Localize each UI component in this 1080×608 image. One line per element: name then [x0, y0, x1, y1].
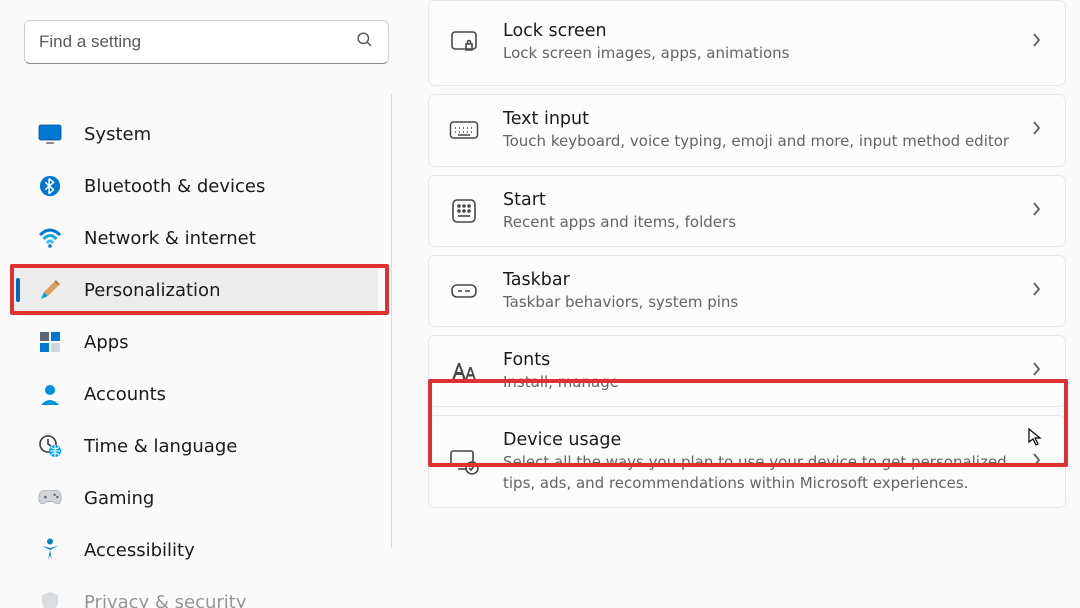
card-title: Text input: [503, 109, 1025, 129]
accessibility-icon: [38, 538, 62, 562]
card-title: Taskbar: [503, 270, 1025, 290]
card-text: Start Recent apps and items, folders: [503, 190, 1025, 232]
card-sub: Touch keyboard, voice typing, emoji and …: [503, 131, 1025, 151]
chevron-right-icon: [1025, 32, 1047, 52]
sidebar-item-gaming[interactable]: Gaming: [14, 472, 378, 524]
sidebar-item-system[interactable]: System: [14, 108, 378, 160]
search-input[interactable]: [39, 32, 355, 52]
shield-icon: [38, 590, 62, 608]
chevron-right-icon: [1025, 120, 1047, 140]
apps-icon: [38, 330, 62, 354]
card-fonts[interactable]: Fonts Install, manage: [428, 335, 1066, 407]
taskbar-icon: [449, 276, 479, 306]
card-title: Fonts: [503, 350, 1025, 370]
card-text: Text input Touch keyboard, voice typing,…: [503, 109, 1025, 151]
sidebar-item-label: Bluetooth & devices: [84, 176, 265, 197]
scroll-indicator: [391, 94, 392, 548]
card-text: Taskbar Taskbar behaviors, system pins: [503, 270, 1025, 312]
card-text: Fonts Install, manage: [503, 350, 1025, 392]
card-textinput[interactable]: Text input Touch keyboard, voice typing,…: [428, 94, 1066, 166]
sidebar-item-label: Network & internet: [84, 228, 256, 249]
card-list: Lock screen Lock screen images, apps, an…: [406, 0, 1066, 508]
card-title: Lock screen: [503, 21, 1025, 41]
chevron-right-icon: [1025, 281, 1047, 301]
search-icon: [355, 30, 374, 54]
card-title: Start: [503, 190, 1025, 210]
sidebar-item-personalization[interactable]: Personalization: [14, 264, 378, 316]
card-taskbar[interactable]: Taskbar Taskbar behaviors, system pins: [428, 255, 1066, 327]
fonts-icon: [449, 356, 479, 386]
sidebar-item-label: Gaming: [84, 488, 154, 509]
sidebar-item-label: Privacy & security: [84, 592, 247, 608]
start-menu-icon: [449, 196, 479, 226]
sidebar-item-label: Time & language: [84, 436, 237, 457]
settings-app: System Bluetooth & devices Network & int…: [0, 0, 1080, 608]
sidebar-item-apps[interactable]: Apps: [14, 316, 378, 368]
device-usage-icon: [449, 447, 479, 477]
card-text: Device usage Select all the ways you pla…: [503, 430, 1025, 493]
sidebar-item-privacy[interactable]: Privacy & security: [14, 576, 378, 608]
sidebar-item-time-language[interactable]: Time & language: [14, 420, 378, 472]
chevron-right-icon: [1025, 452, 1047, 472]
person-icon: [38, 382, 62, 406]
sidebar-item-label: Apps: [84, 332, 129, 353]
card-deviceusage[interactable]: Device usage Select all the ways you pla…: [428, 415, 1066, 508]
keyboard-icon: [449, 115, 479, 145]
card-text: Lock screen Lock screen images, apps, an…: [503, 21, 1025, 63]
monitor-icon: [38, 122, 62, 146]
sidebar-item-label: Accessibility: [84, 540, 195, 561]
sidebar-item-label: Accounts: [84, 384, 166, 405]
card-sub: Install, manage: [503, 372, 1025, 392]
card-sub: Lock screen images, apps, animations: [503, 43, 1025, 63]
gamepad-icon: [38, 486, 62, 510]
card-sub: Select all the ways you plan to use your…: [503, 452, 1025, 493]
card-sub: Recent apps and items, folders: [503, 212, 1025, 232]
sidebar-item-network[interactable]: Network & internet: [14, 212, 378, 264]
wifi-icon: [38, 226, 62, 250]
nav-list: System Bluetooth & devices Network & int…: [14, 108, 396, 608]
bluetooth-icon: [38, 174, 62, 198]
card-sub: Taskbar behaviors, system pins: [503, 292, 1025, 312]
card-start[interactable]: Start Recent apps and items, folders: [428, 175, 1066, 247]
sidebar-item-accounts[interactable]: Accounts: [14, 368, 378, 420]
sidebar-item-label: Personalization: [84, 280, 220, 301]
sidebar: System Bluetooth & devices Network & int…: [0, 0, 406, 608]
main-content: Lock screen Lock screen images, apps, an…: [406, 0, 1080, 608]
search-box[interactable]: [24, 20, 389, 64]
card-title: Device usage: [503, 430, 1025, 450]
card-lockscreen[interactable]: Lock screen Lock screen images, apps, an…: [428, 0, 1066, 86]
sidebar-item-label: System: [84, 124, 151, 145]
chevron-right-icon: [1025, 201, 1047, 221]
paintbrush-icon: [38, 278, 62, 302]
sidebar-item-accessibility[interactable]: Accessibility: [14, 524, 378, 576]
search-wrap: [14, 20, 396, 72]
chevron-right-icon: [1025, 361, 1047, 381]
clock-globe-icon: [38, 434, 62, 458]
lockscreen-icon: [449, 27, 479, 57]
sidebar-item-bluetooth[interactable]: Bluetooth & devices: [14, 160, 378, 212]
